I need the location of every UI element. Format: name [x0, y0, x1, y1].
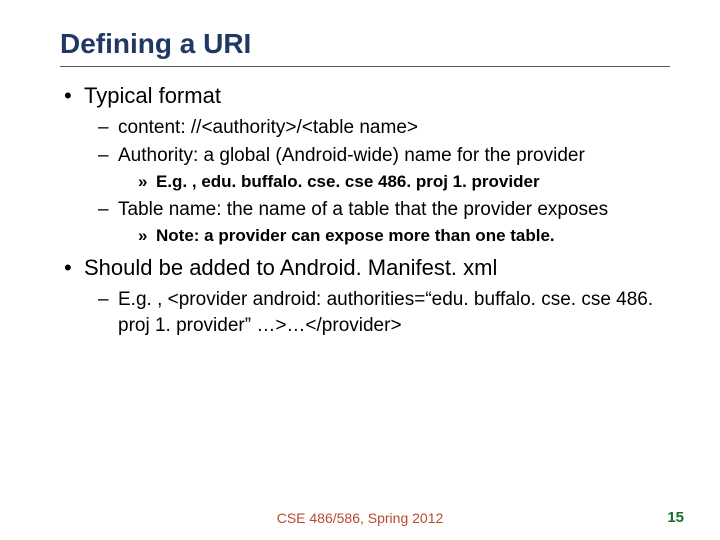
- bullet-text: Table name: the name of a table that the…: [118, 199, 608, 220]
- bullet-item: Authority: a global (Android-wide) name …: [98, 143, 670, 194]
- page-number: 15: [667, 509, 684, 526]
- title-rule: [60, 66, 670, 67]
- bullet-item: Typical format content: //<authority>/<t…: [60, 81, 670, 247]
- bullet-sublist: E.g. , <provider android: authorities=“e…: [84, 287, 670, 338]
- bullet-sublist: content: //<authority>/<table name> Auth…: [84, 115, 670, 248]
- bullet-text: E.g. , edu. buffalo. cse. cse 486. proj …: [156, 172, 540, 191]
- slide-title: Defining a URI: [60, 28, 670, 60]
- bullet-item: content: //<authority>/<table name>: [98, 115, 670, 141]
- bullet-item: Table name: the name of a table that the…: [98, 197, 670, 248]
- slide: Defining a URI Typical format content: /…: [0, 0, 720, 540]
- bullet-item: Should be added to Android. Manifest. xm…: [60, 253, 670, 338]
- bullet-item: E.g. , edu. buffalo. cse. cse 486. proj …: [138, 171, 670, 194]
- bullet-text: content: //<authority>/<table name>: [118, 117, 418, 138]
- footer-course: CSE 486/586, Spring 2012: [0, 510, 720, 526]
- bullet-text: E.g. , <provider android: authorities=“e…: [118, 289, 653, 336]
- bullet-sublist: E.g. , edu. buffalo. cse. cse 486. proj …: [118, 171, 670, 194]
- bullet-text: Note: a provider can expose more than on…: [156, 226, 555, 245]
- bullet-sublist: Note: a provider can expose more than on…: [118, 225, 670, 248]
- bullet-item: E.g. , <provider android: authorities=“e…: [98, 287, 670, 338]
- bullet-item: Note: a provider can expose more than on…: [138, 225, 670, 248]
- bullet-text: Typical format: [84, 83, 221, 108]
- bullet-text: Should be added to Android. Manifest. xm…: [84, 255, 497, 280]
- bullet-list: Typical format content: //<authority>/<t…: [60, 81, 670, 338]
- bullet-text: Authority: a global (Android-wide) name …: [118, 145, 585, 166]
